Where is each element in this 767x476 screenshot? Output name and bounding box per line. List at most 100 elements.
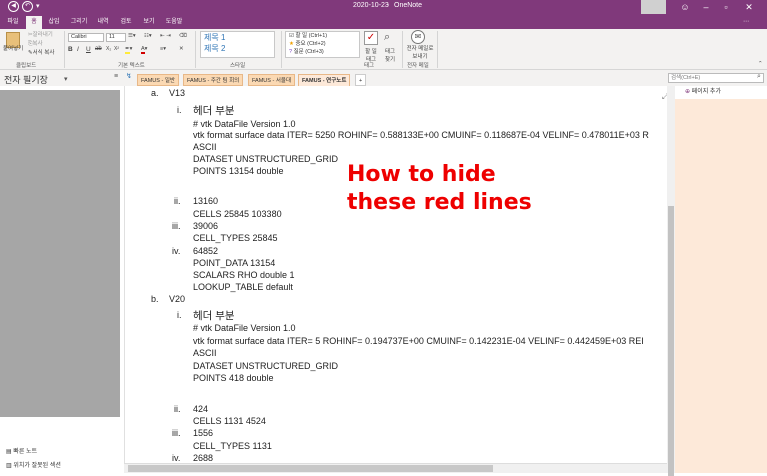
checkbox-icon: ☑ [289,33,294,39]
text-line: vtk format surface data ITER= 5 ROHINF= … [193,336,644,346]
account-avatar[interactable] [641,0,666,14]
text-line: ASCII [193,348,217,358]
basic-text-group-label: 기본 텍스트 [118,63,145,69]
text-line: 64852 [193,246,219,256]
text-line: DATASET UNSTRUCTURED_GRID [193,154,339,164]
font-color-icon[interactable]: A▾ [141,46,147,54]
ribbon-options-icon[interactable]: ⋯ [736,16,756,29]
font-name-combo[interactable]: Calibri [68,33,104,42]
tab-draw[interactable]: 그리기 [68,16,90,29]
delete-icon[interactable]: ✕ [179,46,184,52]
indent-icon[interactable]: ⇤ ⇥ [160,33,171,39]
horizontal-scrollbar[interactable] [124,463,667,473]
text-line: CELLS 1131 4524 [193,416,266,426]
text-line: # vtk DataFile Version 1.0 [193,323,296,333]
notebook-title[interactable]: 전자 필기장 [4,73,48,86]
list-marker: ii. [174,196,181,206]
list-marker: i. [177,105,182,115]
section-tab-research-notes[interactable]: FAMUS - 연구노트 [298,74,351,86]
bullets-icon[interactable]: ☰▾ [128,33,136,39]
tab-help[interactable]: 도움말 [162,16,186,29]
email-page-button[interactable]: 전자 메일로 보내기 [406,44,434,60]
paste-button[interactable]: 붙여넣기 [3,44,23,52]
align-icon[interactable]: ≡▾ [160,46,166,52]
text-line: POINT_DATA 13154 [193,258,276,268]
find-tags-button[interactable]: 태그 찾기 [382,47,398,63]
format-copy-button[interactable]: ✎서식 복사 [28,48,54,56]
quick-notes-item[interactable]: ▤ 빠른 노트 [6,446,37,455]
back-icon[interactable]: ◀ [8,1,19,12]
font-size-combo[interactable]: 11 [106,33,126,42]
add-page-label: 페이지 추가 [691,89,721,95]
tab-history[interactable]: 내역 [94,16,112,29]
question-icon: ? [289,49,293,55]
todo-tag-icon[interactable]: ✓ [364,31,378,45]
tags-group-label: 태그 [364,63,375,69]
search-icon[interactable]: ⌕ [757,73,761,81]
section-bar: 전자 필기장 ▾ ≡ ↯ FAMUS - 일반 FAMUS - 주간 팀 회의 … [0,70,767,86]
page-list-area[interactable] [675,158,767,473]
tag-important[interactable]: ★ 중요 (Ctrl+2) [286,40,359,48]
add-page-button[interactable]: ⊕ 페이지 추가 [675,86,767,99]
numbering-icon[interactable]: ☷▾ [144,33,152,39]
horizontal-scroll-thumb[interactable] [128,465,493,472]
page-list-pane: ⊕ 페이지 추가 [675,86,767,473]
style-heading-2[interactable]: 제목 2 [201,43,274,54]
notebook-dropdown-icon[interactable]: ▾ [64,75,68,83]
tags-gallery[interactable]: ☑ 할 일 (Ctrl+1) ★ 중요 (Ctrl+2) ? 질문 (Ctrl+… [285,31,360,58]
text-line: CELLS 25845 103380 [193,209,282,219]
page-list-item[interactable] [675,99,767,158]
separator [402,31,403,68]
quick-access-dropdown-icon[interactable]: ▾ [36,2,40,10]
italic-icon[interactable]: I [77,46,79,53]
clear-format-icon[interactable]: ⌫ [179,33,187,39]
section-list-area[interactable] [0,90,120,417]
tag-question[interactable]: ? 질문 (Ctrl+3) [286,48,359,56]
tab-file[interactable]: 파일 [4,16,22,29]
style-heading-1[interactable]: 제목 1 [201,32,274,43]
list-marker: a. [151,88,159,98]
text-line: POINTS 13154 double [193,166,284,176]
section-tab-weekly-meeting[interactable]: FAMUS - 주간 팀 회의 [183,74,244,86]
add-section-button[interactable]: + [355,74,367,86]
close-button[interactable]: ✕ [737,0,761,14]
tab-home[interactable]: 홈 [26,16,42,29]
tag-todo[interactable]: ☑ 할 일 (Ctrl+1) [286,32,359,40]
text-line: ASCII [193,142,217,152]
section-tab-snu[interactable]: FAMUS - 서울대 [248,74,296,86]
bold-icon[interactable]: B [68,46,73,53]
page-canvas[interactable]: ⤢ a. V13 i. 헤더 부분 # vtk DataFile Version… [124,86,667,463]
section-tab-general[interactable]: FAMUS - 일반 [137,74,179,86]
styles-gallery[interactable]: 제목 1 제목 2 [200,31,275,58]
subscript-icon[interactable]: X₂ [106,46,111,52]
unfiled-sections-item[interactable]: ▥ 위치가 잘못된 섹션 [6,460,61,469]
list-marker: iii. [172,428,181,438]
list-marker: iv. [172,453,181,463]
email-icon[interactable]: ✉ [411,30,425,44]
collapse-ribbon-icon[interactable]: ⌃ [758,61,763,67]
heading-v13: V13 [169,88,186,98]
find-tags-icon[interactable]: ⌕ [384,31,390,44]
underline-icon[interactable]: U [86,46,91,53]
ribbon: 붙여넣기 ✂잘라내기 ⎘복사 ✎서식 복사 클립보드 Calibri 11 ☰▾… [0,29,767,70]
superscript-icon[interactable]: X² [114,46,119,52]
vertical-scrollbar[interactable] [667,86,675,476]
highlight-icon[interactable]: ✒▾ [125,46,132,54]
cut-label: 잘라내기 [32,32,53,38]
tab-view[interactable]: 보기 [140,16,158,29]
text-line: SCALARS RHO double 1 [193,270,295,280]
strikethrough-icon[interactable]: ab [95,46,102,52]
tab-insert[interactable]: 삽입 [45,16,63,29]
maximize-button[interactable]: ▫ [714,0,738,14]
separator [195,31,196,68]
cut-button[interactable]: ✂잘라내기 [28,30,53,38]
vertical-scroll-thumb[interactable] [668,206,674,476]
format-copy-label: 서식 복사 [32,50,55,56]
annotation-line-2: these red lines [347,190,532,215]
collapse-navigation-icon[interactable]: ≡ [114,73,118,80]
tab-review[interactable]: 검토 [117,16,135,29]
undo-icon[interactable]: ↶ [22,1,33,12]
text-line: # vtk DataFile Version 1.0 [193,119,296,129]
copy-button[interactable]: ⎘복사 [28,39,43,48]
search-input[interactable]: 검색(Ctrl+E) [668,73,764,83]
